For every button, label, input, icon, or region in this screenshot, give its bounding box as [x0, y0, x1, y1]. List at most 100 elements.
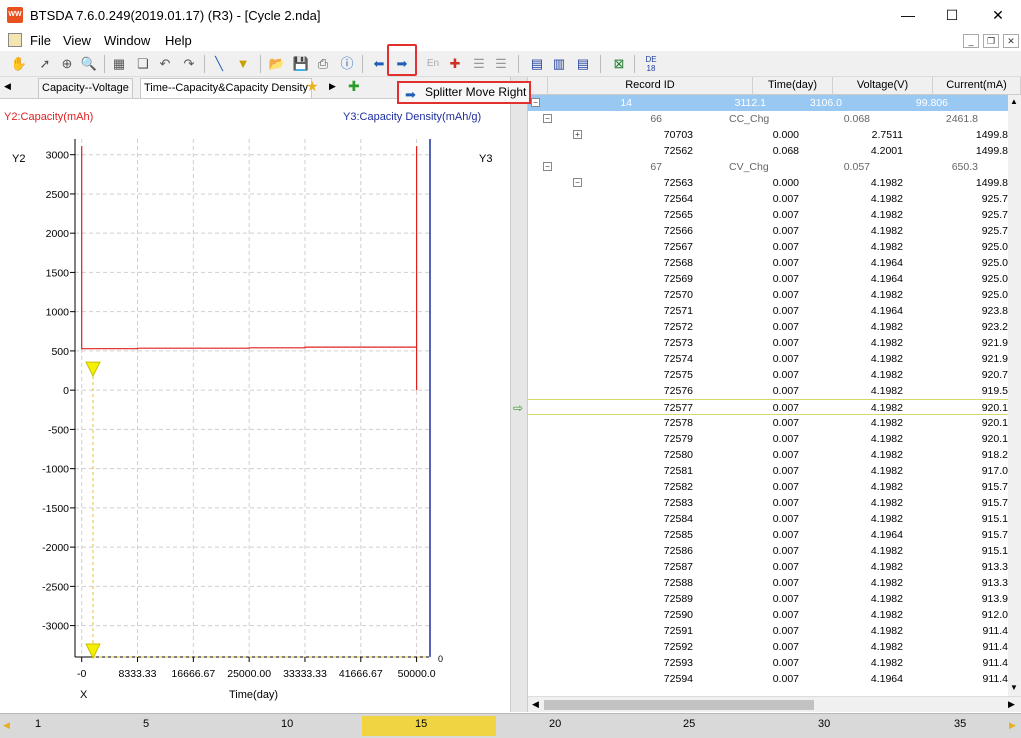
- pointer-icon[interactable]: ➚: [36, 55, 54, 73]
- cycle-selector-thumb[interactable]: [362, 716, 496, 736]
- expand-icon[interactable]: +: [573, 130, 582, 139]
- scroll-left-icon[interactable]: ◀: [532, 699, 539, 710]
- table-row[interactable]: 72574 0.007 4.1982 921.9: [528, 351, 1008, 367]
- table-row[interactable]: 72588 0.007 4.1982 913.3: [528, 575, 1008, 591]
- table-row[interactable]: 72569 0.007 4.1964 925.0: [528, 271, 1008, 287]
- header-voltage[interactable]: Voltage(V): [833, 77, 933, 95]
- header-time[interactable]: Time(day): [753, 77, 833, 95]
- cycle-label[interactable]: 15: [415, 718, 427, 730]
- table-row[interactable]: 72571 0.007 4.1964 923.8: [528, 303, 1008, 319]
- save-icon[interactable]: 💾: [292, 55, 310, 73]
- excel-export-icon[interactable]: ⊠: [610, 55, 628, 73]
- table-row[interactable]: 72585 0.007 4.1964 915.7: [528, 527, 1008, 543]
- cycle-label[interactable]: 25: [683, 718, 695, 730]
- filter-icon[interactable]: ▼: [234, 55, 252, 73]
- splitter-move-left-icon[interactable]: ⬅: [370, 55, 388, 73]
- add-chart-icon[interactable]: ✚: [348, 78, 360, 95]
- table-row[interactable]: 72583 0.007 4.1982 915.7: [528, 495, 1008, 511]
- close-button[interactable]: ✕: [975, 0, 1021, 30]
- collapse-icon[interactable]: −: [543, 162, 552, 171]
- table-view-icon[interactable]: ▤: [528, 55, 546, 73]
- pan-hand-icon[interactable]: ✋: [10, 55, 28, 73]
- table-row[interactable]: 72578 0.007 4.1982 920.1: [528, 415, 1008, 431]
- table-row[interactable]: 72589 0.007 4.1982 913.9: [528, 591, 1008, 607]
- marker-icon[interactable]: ✚: [446, 55, 464, 73]
- table-row[interactable]: 72594 0.007 4.1964 911.4: [528, 671, 1008, 687]
- horizontal-scrollbar[interactable]: ◀ ▶: [528, 696, 1021, 712]
- tab-time-capacity[interactable]: Time--Capacity&Capacity Density: [140, 78, 313, 98]
- open-folder-icon[interactable]: 📂: [268, 55, 286, 73]
- table-row[interactable]: − 72563 0.000 4.1982 1499.8: [528, 175, 1008, 191]
- table-row[interactable]: 72587 0.007 4.1982 913.3: [528, 559, 1008, 575]
- collapse-icon[interactable]: −: [531, 98, 540, 107]
- table-row[interactable]: 72579 0.007 4.1982 920.1: [528, 431, 1008, 447]
- table-row[interactable]: 72577 0.007 4.1982 920.1: [528, 399, 1008, 415]
- tab-scroll-right-icon[interactable]: ▶: [329, 81, 336, 92]
- table-row[interactable]: 72584 0.007 4.1982 915.1: [528, 511, 1008, 527]
- zoom-icon[interactable]: 🔍: [80, 55, 98, 73]
- align-right-icon[interactable]: ☰: [492, 55, 510, 73]
- minimize-button[interactable]: —: [885, 0, 931, 30]
- cycle-label[interactable]: 20: [549, 718, 561, 730]
- tab-capacity-voltage[interactable]: Capacity--Voltage: [38, 78, 133, 98]
- table-columns-icon[interactable]: ▥: [550, 55, 568, 73]
- scroll-up-icon[interactable]: ▲: [1010, 97, 1018, 106]
- table-layout-icon[interactable]: ▤: [574, 55, 592, 73]
- align-left-icon[interactable]: ☰: [470, 55, 488, 73]
- menu-view[interactable]: View: [63, 33, 91, 48]
- table-row[interactable]: 72567 0.007 4.1982 925.0: [528, 239, 1008, 255]
- vertical-scrollbar[interactable]: ▲ ▼: [1008, 95, 1021, 696]
- mdi-restore-icon[interactable]: ❐: [983, 34, 999, 48]
- english-icon[interactable]: En: [424, 55, 442, 73]
- header-current[interactable]: Current(mA): [933, 77, 1021, 95]
- help-icon[interactable]: ⓘ: [338, 55, 356, 73]
- header-record-id[interactable]: Record ID: [548, 77, 753, 95]
- collapse-icon[interactable]: −: [573, 178, 582, 187]
- mdi-minimize-icon[interactable]: _: [963, 34, 979, 48]
- undo-icon[interactable]: ↶: [156, 55, 174, 73]
- table-row[interactable]: 72590 0.007 4.1982 912.0: [528, 607, 1008, 623]
- table-row[interactable]: 72570 0.007 4.1982 925.0: [528, 287, 1008, 303]
- menu-help[interactable]: Help: [165, 33, 192, 48]
- step-row[interactable]: − 67 CV_Chg 0.057 650.3: [528, 159, 1008, 175]
- table-row[interactable]: 72572 0.007 4.1982 923.2: [528, 319, 1008, 335]
- zoom-area-icon[interactable]: ⊕: [58, 55, 76, 73]
- table-row[interactable]: 72564 0.007 4.1982 925.7: [528, 191, 1008, 207]
- redo-icon[interactable]: ↷: [180, 55, 198, 73]
- horizontal-scroll-thumb[interactable]: [544, 700, 814, 710]
- table-row[interactable]: +70703 0.000 2.7511 1499.8: [528, 127, 1008, 143]
- cycle-label[interactable]: 30: [818, 718, 830, 730]
- maximize-button[interactable]: ☐: [929, 0, 975, 30]
- table-row[interactable]: 72573 0.007 4.1982 921.9: [528, 335, 1008, 351]
- table-row[interactable]: 72581 0.007 4.1982 917.0: [528, 463, 1008, 479]
- table-row[interactable]: 72566 0.007 4.1982 925.7: [528, 223, 1008, 239]
- cycle-label[interactable]: 35: [954, 718, 966, 730]
- tab-scroll-left-icon[interactable]: ◀: [4, 81, 11, 92]
- cycle-label[interactable]: 1: [35, 718, 41, 730]
- cycle-label[interactable]: 5: [143, 718, 149, 730]
- favorite-star-icon[interactable]: ★: [306, 78, 319, 95]
- table-row[interactable]: 72591 0.007 4.1982 911.4: [528, 623, 1008, 639]
- splitter[interactable]: [510, 77, 528, 712]
- step-row[interactable]: − 66 CC_Chg 0.068 2461.8: [528, 111, 1008, 127]
- table-row[interactable]: 72586 0.007 4.1982 915.1: [528, 543, 1008, 559]
- scroll-down-icon[interactable]: ▼: [1010, 683, 1018, 692]
- cycle-label[interactable]: 10: [281, 718, 293, 730]
- table-row[interactable]: 72593 0.007 4.1982 911.4: [528, 655, 1008, 671]
- summary-row[interactable]: − 14 3112.1 3106.0 99.806: [528, 95, 1008, 111]
- table-row[interactable]: 72580 0.007 4.1982 918.2: [528, 447, 1008, 463]
- table-row[interactable]: 72582 0.007 4.1982 915.7: [528, 479, 1008, 495]
- table-row[interactable]: 72562 0.068 4.2001 1499.8: [528, 143, 1008, 159]
- scroll-right-icon[interactable]: ▶: [1008, 699, 1015, 710]
- print-icon[interactable]: ⎙: [314, 55, 332, 73]
- grid-view-icon[interactable]: ▦: [110, 55, 128, 73]
- decode-icon[interactable]: DE 18: [642, 55, 660, 73]
- table-row[interactable]: 72568 0.007 4.1964 925.0: [528, 255, 1008, 271]
- table-row[interactable]: 72576 0.007 4.1982 919.5: [528, 383, 1008, 399]
- table-row[interactable]: 72592 0.007 4.1982 911.4: [528, 639, 1008, 655]
- copy-view-icon[interactable]: ❏: [134, 55, 152, 73]
- collapse-icon[interactable]: −: [543, 114, 552, 123]
- table-row[interactable]: 72575 0.007 4.1982 920.7: [528, 367, 1008, 383]
- cycle-selector-bar[interactable]: ◀ 1 5 10 15 20 25 30 35 ▶: [0, 713, 1021, 738]
- mdi-close-icon[interactable]: ✕: [1003, 34, 1019, 48]
